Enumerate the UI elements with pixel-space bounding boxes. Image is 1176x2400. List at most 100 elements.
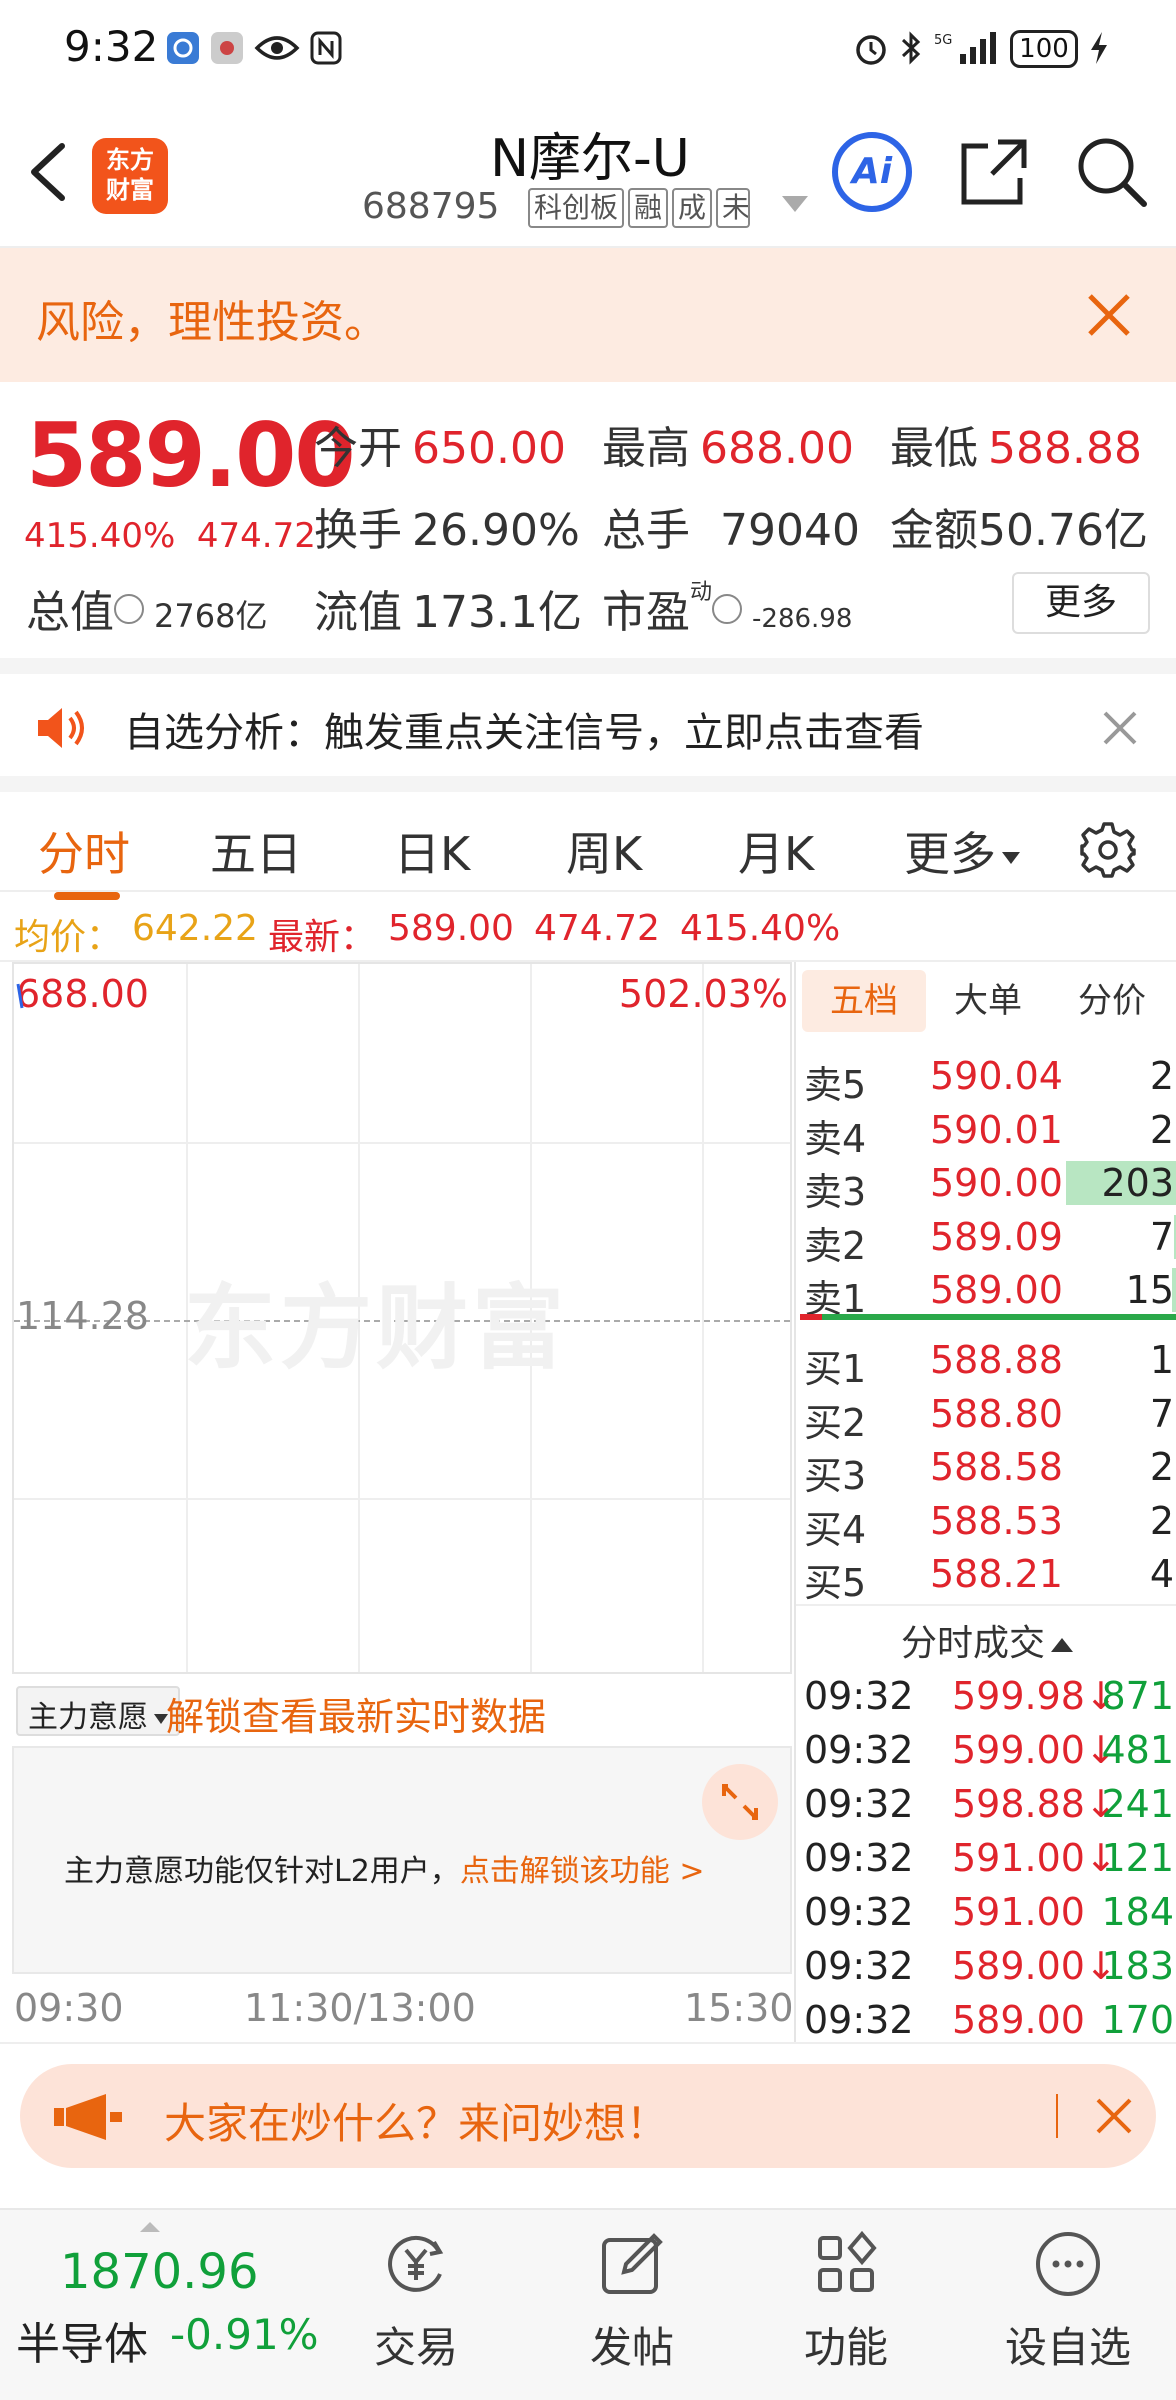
axis-top-price: 688.00 [16, 972, 149, 1016]
app-notification-icon [167, 32, 199, 64]
pe-stat: 市盈动-286.98 [602, 580, 853, 638]
latest-price-label: 最新： [268, 917, 377, 958]
trades-header[interactable]: 分时成交 [796, 1604, 1176, 1666]
level-volume: 1 [1149, 1338, 1174, 1382]
tab-weekly-k[interactable]: 周K [566, 818, 642, 884]
ask-level-row[interactable]: 卖1 589.00 15 [796, 1264, 1176, 1321]
level-price: 588.88 [930, 1338, 1063, 1382]
stock-name: N摩尔-U [490, 129, 690, 189]
trade-volume: 183 [1101, 1944, 1174, 1988]
search-icon[interactable] [1074, 134, 1148, 208]
ask-text: 大家在炒什么？来问妙想！ [164, 2099, 669, 2148]
high-stat: 最高 688.00 [602, 423, 854, 474]
bluetooth-icon [901, 31, 921, 65]
sector-index-value[interactable]: 1870.96 [60, 2244, 259, 2300]
tab-monthly-k[interactable]: 月K [738, 818, 814, 884]
avg-price: 642.22 [132, 908, 258, 949]
ask-assistant-banner: 大家在炒什么？来问妙想！ [0, 2042, 1176, 2192]
share-icon[interactable] [958, 136, 1030, 208]
indicator-select[interactable]: 主力意愿 [16, 1686, 180, 1736]
level-label: 卖5 [804, 1063, 867, 1107]
bid-level-row[interactable]: 买4 588.53 2 [796, 1495, 1176, 1552]
trade-volume: 121 [1101, 1836, 1174, 1880]
unlock-link[interactable]: 解锁查看最新实时数据 [166, 1686, 546, 1741]
tab-big-orders[interactable]: 大单 [926, 970, 1050, 1032]
level-price: 588.58 [930, 1445, 1063, 1489]
ask-level-row[interactable]: 卖2 589.09 7 [796, 1211, 1176, 1268]
level-volume: 2 [1149, 1054, 1174, 1098]
caret-up-icon[interactable] [140, 2222, 160, 2232]
ask-level-row[interactable]: 卖4 590.01 2 [796, 1104, 1176, 1161]
bid-level-row[interactable]: 买2 588.80 7 [796, 1388, 1176, 1445]
charging-icon [1091, 32, 1107, 64]
nav-trade[interactable]: 交易 [336, 2222, 496, 2400]
ask-level-row[interactable]: 卖5 590.04 2 [796, 1050, 1176, 1107]
info-icon[interactable] [114, 594, 144, 624]
bottom-nav: 1870.96 半导体 -0.91% 交易 发帖 功能 设自选 [0, 2208, 1176, 2400]
app-logo[interactable]: 东方 财富 [92, 138, 168, 214]
time-axis: 09:30 11:30/13:00 15:30 [0, 1976, 794, 2042]
trade-volume: 871 [1101, 1674, 1174, 1718]
main-force-panel: 主力意愿 解锁查看最新实时数据 主力意愿功能仅针对L2用户，点击解锁该功能 > [12, 1674, 792, 1976]
bid-level-row[interactable]: 买5 588.21 4 [796, 1548, 1176, 1605]
close-icon[interactable] [1094, 2096, 1134, 2136]
tags-dropdown-icon[interactable] [782, 196, 808, 212]
close-icon[interactable] [1102, 710, 1138, 746]
trade-row: 09:32 599.00↓ 481 [796, 1724, 1176, 1778]
level-price: 590.01 [930, 1107, 1063, 1152]
nav-functions[interactable]: 功能 [766, 2222, 926, 2400]
analysis-text: 自选分析：触发重点关注信号，立即点击查看 [124, 710, 924, 756]
level-price: 589.09 [930, 1214, 1063, 1259]
more-stats-button[interactable]: 更多 [1012, 572, 1150, 634]
sector-name[interactable]: 半导体 [16, 2308, 148, 2372]
close-icon[interactable] [1086, 292, 1132, 338]
latest-change-pct: 415.40% [680, 908, 841, 949]
trade-time: 09:32 [804, 1674, 914, 1718]
ask-level-row[interactable]: 卖3 590.00 203 [796, 1157, 1176, 1214]
ai-button[interactable]: Ai [832, 132, 912, 212]
trade-row: 09:32 589.00↓ 183 [796, 1940, 1176, 1994]
trade-volume: 170 [1101, 1998, 1174, 2042]
intraday-chart[interactable]: 东方财富 688.00 502.03% 114.28 [12, 962, 792, 1674]
watchlist-analysis-bar[interactable]: 自选分析：触发重点关注信号，立即点击查看 [0, 658, 1176, 776]
stock-tags[interactable]: 科创板 融 成 未 [528, 188, 751, 228]
tag-margin: 融 [628, 188, 669, 228]
tab-daily-k[interactable]: 日K [394, 818, 470, 884]
volume-stat: 总手 79040 [602, 505, 860, 556]
latest-change: 474.72 [534, 908, 660, 949]
nav-add-watchlist[interactable]: 设自选 [988, 2222, 1148, 2400]
gear-icon[interactable] [1078, 820, 1138, 880]
tab-intraday[interactable]: 分时 [38, 818, 130, 884]
chevron-down-icon [1002, 851, 1020, 864]
bid-level-row[interactable]: 买1 588.88 1 [796, 1334, 1176, 1391]
bid-level-row[interactable]: 买3 588.58 2 [796, 1441, 1176, 1498]
risk-text: 风险，理性投资。 [36, 297, 388, 348]
tab-five-levels[interactable]: 五档 [802, 970, 926, 1032]
level-volume: 203 [1101, 1161, 1174, 1205]
level-price: 589.00 [930, 1268, 1063, 1312]
open-stat: 今开 650.00 [314, 423, 566, 474]
trade-time: 09:32 [804, 1998, 914, 2042]
level-price: 590.04 [930, 1054, 1063, 1098]
bid-ask-ratio-bar [800, 1314, 1176, 1320]
trade-volume: 184 [1101, 1890, 1174, 1934]
sector-change[interactable]: -0.91% [170, 2310, 319, 2359]
nav-post[interactable]: 发帖 [552, 2222, 712, 2400]
trade-price: 591.00↓ [952, 1836, 1117, 1880]
amount-stat: 金额50.76亿 [890, 505, 1148, 556]
trade-volume: 241 [1101, 1782, 1174, 1826]
back-arrow-icon[interactable] [24, 142, 74, 202]
tab-five-day[interactable]: 五日 [210, 818, 302, 884]
level-price: 588.21 [930, 1552, 1063, 1596]
unlock-feature-link[interactable]: 点击解锁该功能 > [460, 1854, 705, 1889]
price-line [16, 983, 24, 1009]
level-label: 买5 [804, 1561, 867, 1605]
turnover-stat: 换手 26.90% [314, 505, 580, 556]
expand-icon[interactable] [702, 1764, 778, 1840]
level-label: 卖4 [804, 1116, 867, 1161]
tab-more[interactable]: 更多 [904, 818, 1020, 884]
tab-price-dist[interactable]: 分价 [1050, 970, 1174, 1032]
stock-code: 688795 [362, 186, 500, 227]
info-icon[interactable] [712, 594, 743, 624]
ask-assistant-pill[interactable]: 大家在炒什么？来问妙想！ [20, 2064, 1156, 2168]
